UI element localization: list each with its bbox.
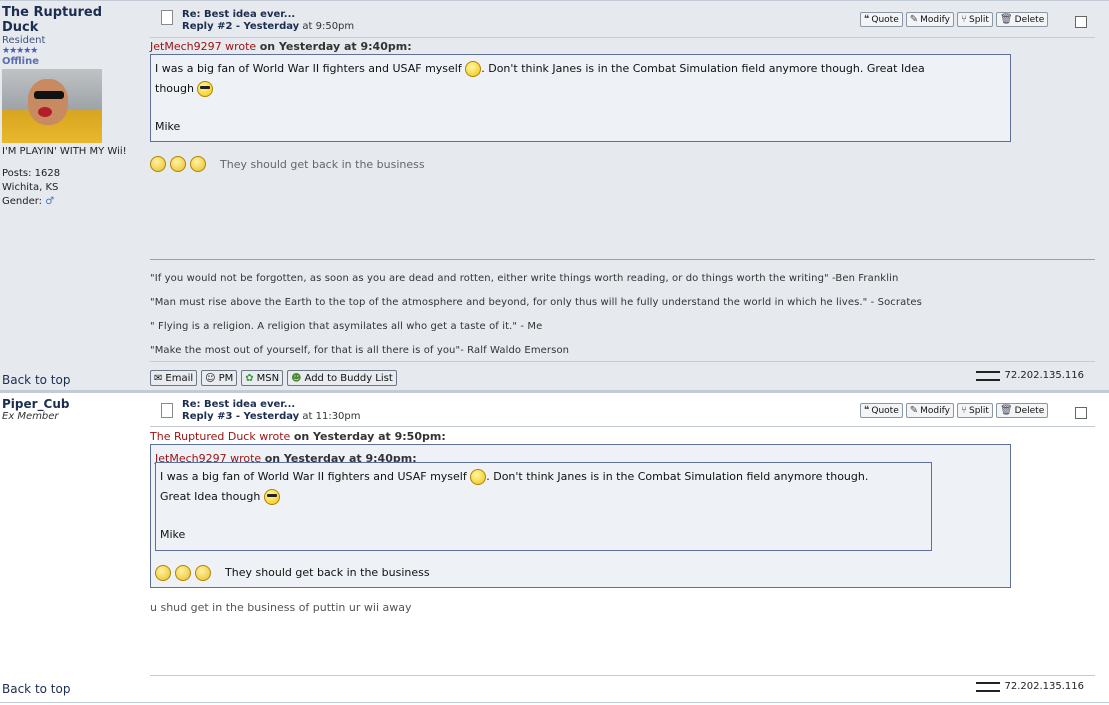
- quoted-text: They should get back in the business: [225, 566, 430, 579]
- author-sidebar: Piper_Cub Ex Member: [2, 397, 142, 422]
- header-divider: [150, 37, 1095, 38]
- select-checkbox[interactable]: [1075, 16, 1087, 28]
- post-reply-3: Piper_Cub Ex Member Back to top Re: Best…: [0, 392, 1109, 703]
- reply-info: Reply #2 - Yesterday at 9:50pm: [182, 21, 354, 32]
- quoted-body: They should get back in the business: [155, 563, 430, 583]
- cool-smiley-icon: [263, 489, 280, 505]
- sad-face-icon: [155, 565, 171, 581]
- modify-button[interactable]: ✎ Modify: [905, 12, 954, 27]
- signature-line: "Man must rise above the Earth to the to…: [150, 297, 922, 308]
- split-icon: ⑂: [960, 405, 967, 416]
- sad-face-icon: [175, 565, 191, 581]
- outer-quote-block: JetMech9297 wrote on Yesterday at 9:40pm…: [150, 444, 1011, 588]
- gender-label: Gender:: [2, 196, 43, 207]
- online-status: Offline: [2, 56, 39, 67]
- trash-icon: 🗑: [999, 14, 1013, 25]
- back-to-top-link[interactable]: Back to top: [2, 373, 70, 387]
- footer-divider: [150, 361, 1095, 362]
- post-text: u shud get in the business of puttin ur …: [150, 601, 412, 614]
- delete-button[interactable]: 🗑 Delete: [995, 403, 1049, 418]
- ip-plug-icon: [976, 681, 1001, 692]
- quote-icon: ❝: [864, 14, 870, 25]
- split-icon: ⑂: [960, 14, 967, 25]
- smiley-icon: [470, 469, 487, 485]
- quote-icon: ❝: [864, 405, 870, 416]
- delete-button[interactable]: 🗑 Delete: [995, 12, 1049, 27]
- reply-number: Reply #3 - Yesterday: [182, 411, 300, 422]
- msn-icon: ✿: [245, 372, 254, 384]
- smiley-icon: [465, 61, 482, 77]
- ip-plug-icon: [976, 370, 1001, 381]
- post-reply-2: The Ruptured Duck Resident ★★★★★ Offline…: [0, 0, 1109, 392]
- post-icon: [161, 403, 173, 418]
- post-title[interactable]: Re: Best idea ever...: [182, 399, 295, 410]
- add-buddy-button[interactable]: ☻ Add to Buddy List: [287, 370, 397, 386]
- rank-stars-icon: ★★★★★: [2, 46, 38, 56]
- sad-face-icon: [190, 156, 206, 172]
- reply-time: at 9:50pm: [302, 21, 355, 32]
- quote-header: JetMech9297 wrote on Yesterday at 9:40pm…: [150, 40, 412, 53]
- author-name[interactable]: The Ruptured Duck: [2, 5, 142, 35]
- outer-quote-header: The Ruptured Duck wrote on Yesterday at …: [150, 430, 446, 443]
- inner-quote-block: I was a big fan of World War II fighters…: [155, 462, 932, 551]
- signature-line: "Make the most out of yourself, for that…: [150, 345, 570, 356]
- signature-line: " Flying is a religion. A religion that …: [150, 321, 543, 332]
- sad-face-icon: [150, 156, 166, 172]
- sad-face-icon: [195, 565, 211, 581]
- reply-time: at 11:30pm: [302, 411, 361, 422]
- avatar: [2, 69, 102, 143]
- quote-line-2: though: [155, 79, 1006, 99]
- author-sidebar: The Ruptured Duck Resident ★★★★★ Offline…: [2, 5, 142, 208]
- quote-button[interactable]: ❝ Quote: [860, 403, 903, 418]
- edit-icon: ✎: [909, 14, 919, 25]
- post-body: They should get back in the business: [150, 156, 425, 172]
- gender-row: Gender: ♂: [2, 196, 142, 208]
- sad-face-icon: [170, 156, 186, 172]
- reply-number: Reply #2 - Yesterday: [182, 21, 300, 32]
- quote-author-link[interactable]: The Ruptured Duck: [150, 430, 256, 443]
- quote-button[interactable]: ❝ Quote: [860, 12, 903, 27]
- trash-icon: 🗑: [999, 405, 1013, 416]
- back-to-top-link[interactable]: Back to top: [2, 682, 70, 696]
- quote-line-2: Great Idea though: [160, 487, 927, 507]
- pm-icon: ☺: [205, 372, 216, 384]
- quote-block: I was a big fan of World War II fighters…: [150, 54, 1011, 142]
- quote-author-link[interactable]: JetMech9297: [150, 40, 222, 53]
- author-name[interactable]: Piper_Cub: [2, 397, 142, 411]
- footer-divider: [150, 675, 1095, 676]
- post-text: They should get back in the business: [220, 157, 425, 171]
- ip-address: 72.202.135.116: [976, 370, 1084, 381]
- post-toolbar: ❝ Quote ✎ Modify ⑂ Split 🗑 Delete: [860, 403, 1049, 418]
- select-checkbox[interactable]: [1075, 407, 1087, 419]
- quote-line-1: I was a big fan of World War II fighters…: [155, 61, 925, 77]
- quote-sign: Mike: [160, 528, 186, 541]
- email-button[interactable]: ✉ Email: [150, 370, 198, 386]
- split-button[interactable]: ⑂ Split: [956, 403, 993, 418]
- pm-button[interactable]: ☺ PM: [201, 370, 238, 386]
- post-icon: [161, 10, 173, 25]
- author-rank: Ex Member: [2, 411, 59, 422]
- post-toolbar: ❝ Quote ✎ Modify ⑂ Split 🗑 Delete: [860, 12, 1049, 27]
- post-title[interactable]: Re: Best idea ever...: [182, 9, 295, 20]
- edit-icon: ✎: [909, 405, 919, 416]
- post-count: Posts: 1628: [2, 168, 61, 179]
- signature-line: "If you would not be forgotten, as soon …: [150, 273, 899, 284]
- quote-line-1: I was a big fan of World War II fighters…: [160, 469, 869, 485]
- buddy-icon: ☻: [291, 372, 302, 384]
- modify-button[interactable]: ✎ Modify: [905, 403, 954, 418]
- quote-sign: Mike: [155, 120, 181, 133]
- ip-address: 72.202.135.116: [976, 681, 1084, 692]
- msn-button[interactable]: ✿ MSN: [241, 370, 284, 386]
- header-divider: [150, 426, 1095, 427]
- reply-info: Reply #3 - Yesterday at 11:30pm: [182, 411, 361, 422]
- author-rank: Resident: [2, 35, 46, 46]
- location: Wichita, KS: [2, 182, 59, 193]
- split-button[interactable]: ⑂ Split: [956, 12, 993, 27]
- cool-smiley-icon: [197, 81, 214, 97]
- signature-divider: [150, 259, 1095, 260]
- contact-bar: ✉ Email ☺ PM ✿ MSN ☻ Add to Buddy List: [150, 370, 397, 386]
- custom-title: I'M PLAYIN' WITH MY Wii!: [2, 146, 127, 157]
- male-icon: ♂: [45, 196, 55, 207]
- envelope-icon: ✉: [154, 372, 163, 384]
